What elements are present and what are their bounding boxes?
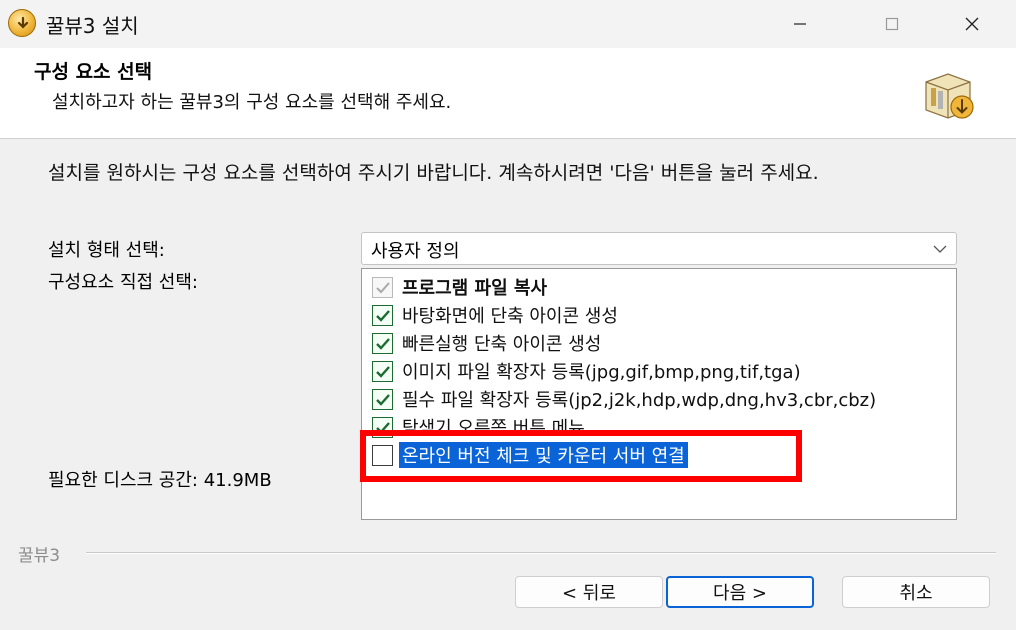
component-label: 바탕화면에 단축 아이콘 생성 bbox=[402, 306, 618, 327]
component-item-quicklaunch-shortcut[interactable]: 빠른실행 단축 아이콘 생성 bbox=[372, 330, 601, 356]
page-title: 구성 요소 선택 bbox=[34, 61, 153, 83]
checkbox-checked[interactable] bbox=[372, 304, 393, 326]
disk-space-text: 필요한 디스크 공간: 41.9MB bbox=[48, 470, 272, 491]
component-item-required-extensions[interactable]: 필수 파일 확장자 등록(jp2,j2k,hdp,wdp,dng,hv3,cbr… bbox=[372, 386, 876, 412]
checkbox-disabled-checked bbox=[372, 276, 393, 298]
component-item-program-files: 프로그램 파일 복사 bbox=[372, 274, 547, 300]
check-icon bbox=[376, 309, 390, 322]
components-list[interactable]: 프로그램 파일 복사 바탕화면에 단축 아이콘 생성 빠른실행 단축 아이콘 생… bbox=[361, 268, 957, 520]
maximize-icon bbox=[885, 17, 899, 31]
brand-label: 꿀뷰3 bbox=[18, 546, 61, 566]
wizard-header: 구성 요소 선택 설치하고자 하는 꿀뷰3의 구성 요소를 선택해 주세요. bbox=[0, 48, 1016, 139]
install-type-select[interactable]: 사용자 정의 bbox=[361, 232, 957, 265]
minimize-icon bbox=[794, 23, 806, 25]
minimize-button[interactable] bbox=[760, 0, 840, 48]
component-item-desktop-shortcut[interactable]: 바탕화면에 단축 아이콘 생성 bbox=[372, 302, 618, 328]
check-icon bbox=[376, 365, 390, 378]
chevron-down-icon bbox=[933, 245, 947, 253]
check-icon bbox=[376, 393, 390, 406]
component-label: 이미지 파일 확장자 등록(jpg,gif,bmp,png,tif,tga) bbox=[402, 362, 801, 383]
next-button[interactable]: 다음 > bbox=[666, 576, 814, 608]
install-type-value: 사용자 정의 bbox=[371, 241, 460, 262]
divider bbox=[86, 552, 996, 554]
check-icon bbox=[376, 281, 390, 293]
check-icon bbox=[376, 337, 390, 350]
install-box-icon bbox=[925, 73, 974, 119]
component-label: 빠른실행 단축 아이콘 생성 bbox=[402, 334, 602, 355]
app-icon bbox=[8, 9, 36, 37]
cancel-button[interactable]: 취소 bbox=[842, 576, 990, 608]
title-bar: 꿀뷰3 설치 bbox=[0, 0, 1016, 48]
components-label: 구성요소 직접 선택: bbox=[48, 272, 198, 293]
intro-text: 설치를 원하시는 구성 요소를 선택하여 주시기 바랍니다. 계속하시려면 '다… bbox=[48, 162, 819, 184]
annotation-highlight-box bbox=[360, 430, 802, 482]
window-title: 꿀뷰3 설치 bbox=[46, 14, 139, 38]
install-type-label: 설치 형태 선택: bbox=[48, 240, 165, 261]
component-label: 프로그램 파일 복사 bbox=[402, 278, 548, 299]
page-subtitle: 설치하고자 하는 꿀뷰3의 구성 요소를 선택해 주세요. bbox=[52, 92, 452, 113]
component-item-image-extensions[interactable]: 이미지 파일 확장자 등록(jpg,gif,bmp,png,tif,tga) bbox=[372, 358, 801, 384]
maximize-button[interactable] bbox=[852, 0, 932, 48]
close-icon bbox=[965, 17, 979, 31]
component-label: 필수 파일 확장자 등록(jp2,j2k,hdp,wdp,dng,hv3,cbr… bbox=[402, 390, 877, 411]
back-button[interactable]: < 뒤로 bbox=[515, 576, 663, 608]
checkbox-checked[interactable] bbox=[372, 360, 393, 382]
checkbox-checked[interactable] bbox=[372, 332, 393, 354]
checkbox-checked[interactable] bbox=[372, 388, 393, 410]
close-button[interactable] bbox=[932, 0, 1012, 48]
